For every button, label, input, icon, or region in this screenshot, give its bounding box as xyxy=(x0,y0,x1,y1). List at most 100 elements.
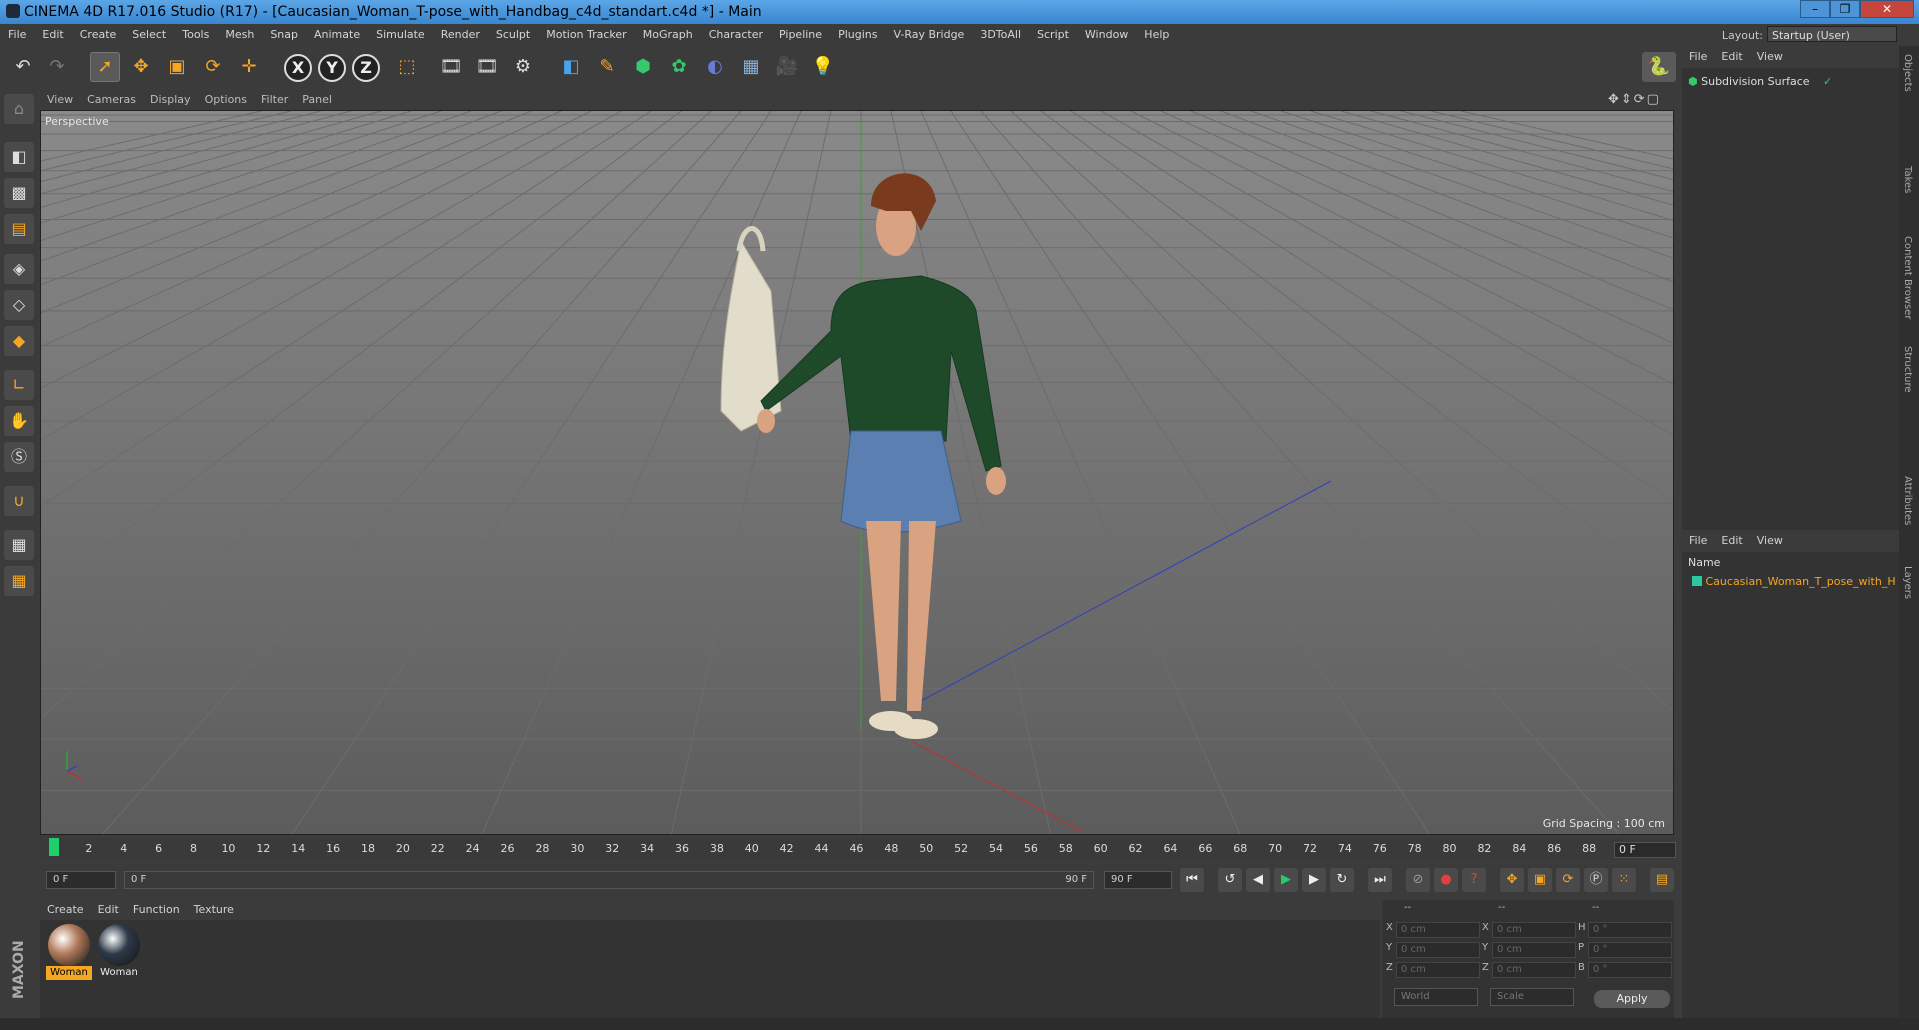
menu-item[interactable]: Tools xyxy=(174,24,217,46)
snap-magnet-icon[interactable]: ∪ xyxy=(4,486,34,516)
key-pla-icon[interactable]: ⁙ xyxy=(1612,868,1636,892)
next-key-icon[interactable]: ↻ xyxy=(1330,868,1354,892)
viewport-menu-item[interactable]: View xyxy=(40,90,80,110)
go-to-start-icon[interactable]: ⏮ xyxy=(1180,868,1204,892)
side-tab[interactable]: Takes xyxy=(1902,166,1913,193)
camera-icon[interactable]: 🎥 xyxy=(772,52,802,82)
menu-item[interactable]: Edit xyxy=(34,24,71,46)
coords-value-field[interactable]: 0 cm xyxy=(1492,942,1576,958)
perspective-viewport[interactable]: Perspective Grid Spacing : 100 cm xyxy=(40,110,1674,835)
menu-item[interactable]: Script xyxy=(1029,24,1077,46)
menu-item[interactable]: Character xyxy=(701,24,771,46)
points-mode-icon[interactable]: ◈ xyxy=(4,254,34,284)
menu-item[interactable]: Create xyxy=(72,24,125,46)
layer-row[interactable]: Caucasian_Woman_T_pose_with_H xyxy=(1692,574,1897,590)
layers-menu-item[interactable]: Edit xyxy=(1714,530,1749,552)
deformer-icon[interactable]: ◐ xyxy=(700,52,730,82)
current-frame-field[interactable]: 0 F xyxy=(1614,842,1676,858)
move-tool-icon[interactable]: ✥ xyxy=(126,52,156,82)
coords-value-field[interactable]: 0 cm xyxy=(1396,942,1480,958)
menu-item[interactable]: 3DToAll xyxy=(972,24,1029,46)
select-tool-icon[interactable]: ➚ xyxy=(90,52,120,82)
key-rotation-icon[interactable]: ⟳ xyxy=(1556,868,1580,892)
autokey-icon[interactable]: ● xyxy=(1434,868,1458,892)
previous-frame-icon[interactable]: ◀ xyxy=(1246,868,1270,892)
viewport-menu-item[interactable]: Options xyxy=(198,90,254,110)
objects-menu-item[interactable]: View xyxy=(1750,46,1790,68)
scale-tool-icon[interactable]: ▣ xyxy=(162,52,192,82)
viewport-nav-icons[interactable]: ✥⇕⟳▢ xyxy=(1608,92,1661,107)
solo-mode-icon[interactable]: Ⓢ xyxy=(4,442,34,472)
next-frame-icon[interactable]: ▶ xyxy=(1302,868,1326,892)
play-icon[interactable]: ▶ xyxy=(1274,868,1298,892)
objects-menu-item[interactable]: File xyxy=(1682,46,1714,68)
floor-scene-icon[interactable]: ▦ xyxy=(736,52,766,82)
coordinate-system-icon[interactable]: ⬚ xyxy=(392,52,422,82)
coords-value-field[interactable]: 0 ° xyxy=(1588,962,1672,978)
layers-menu-item[interactable]: File xyxy=(1682,530,1714,552)
record-active-icon[interactable]: ⊘ xyxy=(1406,868,1430,892)
array-mograph-icon[interactable]: ✿ xyxy=(664,52,694,82)
make-editable-icon[interactable]: ⌂ xyxy=(4,94,34,124)
menu-item[interactable]: Motion Tracker xyxy=(538,24,634,46)
side-tab[interactable]: Content Browser xyxy=(1902,236,1913,319)
menu-item[interactable]: Mesh xyxy=(217,24,262,46)
size-mode-dropdown[interactable]: Scale xyxy=(1490,988,1574,1006)
menu-item[interactable]: V-Ray Bridge xyxy=(885,24,972,46)
minimize-button[interactable]: – xyxy=(1800,0,1830,18)
viewport-menu-item[interactable]: Filter xyxy=(254,90,295,110)
light-icon[interactable]: 💡 xyxy=(808,52,838,82)
menu-item[interactable]: Simulate xyxy=(368,24,433,46)
viewport-menu-item[interactable]: Cameras xyxy=(80,90,143,110)
menu-item[interactable]: Plugins xyxy=(830,24,885,46)
menu-item[interactable]: Help xyxy=(1136,24,1177,46)
material-swatch[interactable]: Woman xyxy=(46,924,92,982)
axis-x-toggle[interactable]: X xyxy=(284,54,312,82)
previous-key-icon[interactable]: ↺ xyxy=(1218,868,1242,892)
material-swatch[interactable]: Woman xyxy=(96,924,142,982)
undo-icon[interactable]: ↶ xyxy=(8,52,38,82)
menu-item[interactable]: Window xyxy=(1077,24,1136,46)
preview-range-slider[interactable]: 0 F 90 F xyxy=(124,871,1094,889)
timeline-window-icon[interactable]: ▤ xyxy=(1650,868,1674,892)
texture-mode-icon[interactable]: ▩ xyxy=(4,178,34,208)
axis-z-toggle[interactable]: Z xyxy=(352,54,380,82)
materials-menu-item[interactable]: Function xyxy=(126,900,187,920)
enabled-check-icon[interactable]: ✓ xyxy=(1823,75,1832,88)
menu-item[interactable]: Sculpt xyxy=(488,24,538,46)
materials-menu-item[interactable]: Create xyxy=(40,900,91,920)
subdivision-generator-icon[interactable]: ⬢ xyxy=(628,52,658,82)
key-position-icon[interactable]: ✥ xyxy=(1500,868,1524,892)
apply-button[interactable]: Apply xyxy=(1594,990,1670,1008)
key-parameter-icon[interactable]: Ⓟ xyxy=(1584,868,1608,892)
polygons-mode-icon[interactable]: ◆ xyxy=(4,326,34,356)
menu-item[interactable]: MoGraph xyxy=(635,24,701,46)
close-button[interactable]: ✕ xyxy=(1860,0,1914,18)
edges-mode-icon[interactable]: ◇ xyxy=(4,290,34,320)
side-tab[interactable]: Objects xyxy=(1902,54,1913,92)
axis-mode-icon[interactable]: ∟ xyxy=(4,370,34,400)
maximize-button[interactable]: ❐ xyxy=(1830,0,1860,18)
workplane-mode-icon[interactable]: ▤ xyxy=(4,214,34,244)
layout-dropdown[interactable]: Startup (User) xyxy=(1767,26,1897,42)
tweak-mode-icon[interactable]: ✋ xyxy=(4,406,34,436)
menu-item[interactable]: Animate xyxy=(306,24,368,46)
object-row-subdivision[interactable]: ⬢ Subdivision Surface ✓ xyxy=(1688,74,1832,90)
cube-object-icon[interactable]: ◧ xyxy=(556,52,586,82)
start-frame-field[interactable]: 0 F xyxy=(46,871,116,889)
side-tab[interactable]: Structure xyxy=(1902,346,1913,393)
render-picture-viewer-icon[interactable]: 🎞 xyxy=(472,52,502,82)
coords-value-field[interactable]: 0 ° xyxy=(1588,942,1672,958)
menu-item[interactable]: File xyxy=(0,24,34,46)
viewport-menu-item[interactable]: Panel xyxy=(295,90,339,110)
menu-item[interactable]: Render xyxy=(433,24,488,46)
timeline-playhead[interactable] xyxy=(49,838,59,856)
side-tab[interactable]: Layers xyxy=(1902,566,1913,599)
recent-tool-icon[interactable]: ✛ xyxy=(234,52,264,82)
timeline-ruler[interactable]: 0246810121416182022242628303234363840424… xyxy=(40,838,1674,860)
end-frame-field[interactable]: 90 F xyxy=(1104,871,1172,889)
axis-y-toggle[interactable]: Y xyxy=(318,54,346,82)
locked-workplane-icon[interactable]: ▦ xyxy=(4,530,34,560)
coords-value-field[interactable]: 0 cm xyxy=(1492,922,1576,938)
coords-value-field[interactable]: 0 cm xyxy=(1396,922,1480,938)
